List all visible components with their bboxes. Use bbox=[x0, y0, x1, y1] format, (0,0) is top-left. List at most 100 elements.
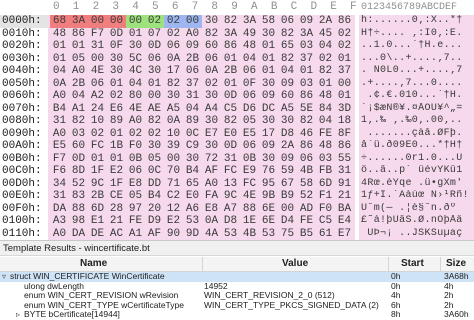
hex-byte[interactable]: 12 bbox=[164, 203, 183, 216]
hex-byte[interactable]: 37 bbox=[335, 65, 354, 78]
hex-byte[interactable]: 09 bbox=[278, 78, 297, 91]
hex-byte[interactable]: 34 bbox=[50, 178, 69, 191]
hex-byte[interactable]: 65 bbox=[183, 178, 202, 191]
hex-bytes[interactable]: 31 82 10 89 A0 82 0A 89 30 82 05 30 30 82 04 18 bbox=[48, 115, 355, 128]
hex-byte[interactable]: 4A bbox=[202, 228, 221, 241]
hex-row[interactable]: 0090h: A0 03 02 01 02 02 10 0C E7 E0 E5 17 D8 46 FE 8F .… bbox=[0, 127, 474, 141]
hex-byte[interactable]: 06 bbox=[278, 15, 297, 28]
hex-byte[interactable]: 30 bbox=[145, 65, 164, 78]
hex-byte[interactable]: 0D bbox=[221, 140, 240, 153]
hex-byte[interactable]: F7 bbox=[50, 153, 69, 166]
hex-byte[interactable]: 01 bbox=[107, 128, 126, 141]
hex-bytes[interactable]: 48 86 F7 0D 01 07 02 A0 82 3A 49 30 82 3A 45 02 bbox=[48, 27, 355, 41]
ascii-field[interactable]: ö..â..p´¯üévYKû1 bbox=[359, 165, 474, 178]
hex-byte[interactable]: 2A bbox=[316, 15, 335, 28]
hex-byte[interactable]: 4E bbox=[126, 103, 145, 116]
hex-byte[interactable]: 06 bbox=[183, 65, 202, 78]
expand-arrow-icon[interactable]: ▹ bbox=[16, 310, 20, 320]
hex-byte[interactable]: 82 bbox=[278, 53, 297, 66]
hex-byte[interactable]: C9 bbox=[183, 140, 202, 153]
hex-byte[interactable]: E8 bbox=[202, 203, 221, 216]
hex-byte[interactable]: 21 bbox=[335, 190, 354, 203]
ascii-field[interactable]: .......çàå.ØFþ. bbox=[359, 127, 474, 140]
hex-byte[interactable]: 95 bbox=[259, 178, 278, 191]
hex-byte[interactable]: 0A bbox=[50, 78, 69, 91]
hex-byte[interactable]: 06 bbox=[240, 140, 259, 153]
hex-byte[interactable]: 30 bbox=[278, 115, 297, 128]
hex-byte[interactable]: 5E bbox=[297, 103, 316, 116]
hex-byte[interactable]: 60 bbox=[69, 140, 88, 153]
header-name[interactable]: Name bbox=[80, 257, 107, 271]
ascii-field[interactable]: .¢.€.010...`†H. bbox=[359, 90, 474, 103]
hex-byte[interactable]: 82 bbox=[202, 28, 221, 41]
hex-byte[interactable]: 84 bbox=[316, 103, 335, 116]
ascii-text[interactable]: h:......0‚:X..*† bbox=[361, 15, 463, 28]
ascii-field[interactable]: £˜á!þÙâS.Ø.nÔþÅä bbox=[359, 215, 474, 228]
hex-byte[interactable]: 00 bbox=[107, 15, 126, 28]
hex-byte[interactable]: DE bbox=[88, 228, 107, 241]
hex-byte[interactable]: A0 bbox=[69, 65, 88, 78]
hex-editor-panel[interactable]: 0000h: 68 3A 00 00 00 02 02 00 30 82 3A 58 06 09 2A 86 h:… bbox=[0, 0, 474, 240]
hex-byte[interactable]: 01 bbox=[221, 78, 240, 91]
hex-byte[interactable]: 4E bbox=[88, 65, 107, 78]
hex-byte[interactable]: 03 bbox=[316, 153, 335, 166]
hex-byte[interactable]: E5 bbox=[240, 128, 259, 141]
hex-byte[interactable]: 20 bbox=[145, 203, 164, 216]
hex-row[interactable]: 0100h: A3 98 E1 21 FE D9 E2 53 0A D8 1E 6E D4 FE C5 E4 £˜… bbox=[0, 215, 474, 228]
hex-byte[interactable]: FC bbox=[88, 140, 107, 153]
hex-byte[interactable]: 02 bbox=[164, 15, 183, 28]
hex-byte[interactable]: FE bbox=[316, 128, 335, 141]
hex-byte[interactable]: 0B bbox=[240, 153, 259, 166]
hex-byte[interactable]: 04 bbox=[69, 90, 88, 103]
hex-row[interactable]: 00E0h: 31 83 2B CE 05 B4 C2 E0 FA 9C 4E 9B B9 52 F1 21 1ƒ… bbox=[0, 190, 474, 203]
hex-byte[interactable]: 3A bbox=[240, 15, 259, 28]
hex-byte[interactable]: AF bbox=[145, 228, 164, 241]
hex-byte[interactable]: A7 bbox=[221, 203, 240, 216]
hex-byte[interactable]: 13 bbox=[221, 178, 240, 191]
hex-byte[interactable]: 1E bbox=[240, 215, 259, 228]
hex-byte[interactable]: 01 bbox=[316, 78, 335, 91]
hex-byte[interactable]: A6 bbox=[183, 203, 202, 216]
hex-byte[interactable]: 01 bbox=[297, 65, 316, 78]
hex-row[interactable]: 0010h: 48 86 F7 0D 01 07 02 A0 82 3A 49 30 82 3A 45 02 H†… bbox=[0, 27, 474, 41]
hex-byte[interactable]: 83 bbox=[69, 190, 88, 203]
hex-byte[interactable]: 18 bbox=[335, 115, 354, 128]
hex-byte[interactable]: 02 bbox=[145, 128, 164, 141]
hex-byte[interactable]: 91 bbox=[335, 178, 354, 191]
hex-byte[interactable]: 01 bbox=[50, 53, 69, 66]
hex-row[interactable]: 0070h: B4 A1 24 E6 4E AE A5 04 A4 C5 D6 DC A5 5E 84 3D ´¡… bbox=[0, 102, 474, 116]
hex-byte[interactable]: 10 bbox=[164, 128, 183, 141]
hex-byte[interactable]: 3D bbox=[335, 103, 354, 116]
results-row[interactable]: ▿ struct WIN_CERTIFICATE WinCertificate 0h… bbox=[0, 272, 474, 282]
hex-byte[interactable]: 53 bbox=[221, 228, 240, 241]
hex-byte[interactable]: 0F bbox=[240, 78, 259, 91]
hex-byte[interactable]: 0D bbox=[221, 90, 240, 103]
ascii-text[interactable]: ..1.0...`†H.e... bbox=[361, 40, 463, 53]
hex-byte[interactable]: 02 bbox=[145, 15, 164, 28]
hex-byte[interactable]: 6D bbox=[88, 203, 107, 216]
hex-row[interactable]: 0040h: 04 A0 4E 30 4C 30 17 06 0A 2B 06 01 04 01 82 37. … bbox=[0, 65, 474, 78]
hex-byte[interactable]: 75 bbox=[278, 228, 297, 241]
hex-byte[interactable]: 60 bbox=[278, 90, 297, 103]
ascii-field[interactable]: . N0L0...+....‚7 bbox=[359, 65, 474, 78]
hex-bytes[interactable]: A0 03 02 01 02 02 10 0C E7 E0 E5 17 D8 46 FE 8F bbox=[48, 127, 355, 141]
hex-byte[interactable]: C5 bbox=[316, 215, 335, 228]
hex-byte[interactable]: 30 bbox=[202, 140, 221, 153]
hex-byte[interactable]: 30 bbox=[259, 28, 278, 41]
ascii-field[interactable]: ...0\..+....‚7.. bbox=[359, 52, 474, 65]
hex-row[interactable]: 0080h: 31 82 10 89 A0 82 0A 89 30 82 05 30 30 82 04 18 1‚… bbox=[0, 115, 474, 128]
hex-byte[interactable]: 05 bbox=[69, 53, 88, 66]
hex-byte[interactable]: 1F bbox=[107, 178, 126, 191]
hex-byte[interactable]: 53 bbox=[259, 228, 278, 241]
hex-byte[interactable]: F1 bbox=[316, 190, 335, 203]
hex-byte[interactable]: 30 bbox=[202, 15, 221, 28]
hex-byte[interactable]: 31 bbox=[50, 115, 69, 128]
hex-byte[interactable]: F0 bbox=[316, 203, 335, 216]
hex-byte[interactable]: 02 bbox=[316, 53, 335, 66]
hex-byte[interactable]: 2A bbox=[278, 140, 297, 153]
hex-byte[interactable]: D4 bbox=[278, 215, 297, 228]
hex-byte[interactable]: C5 bbox=[221, 103, 240, 116]
hex-byte[interactable]: 04 bbox=[278, 65, 297, 78]
hex-byte[interactable]: 06 bbox=[297, 153, 316, 166]
hex-byte[interactable]: 04 bbox=[50, 65, 69, 78]
